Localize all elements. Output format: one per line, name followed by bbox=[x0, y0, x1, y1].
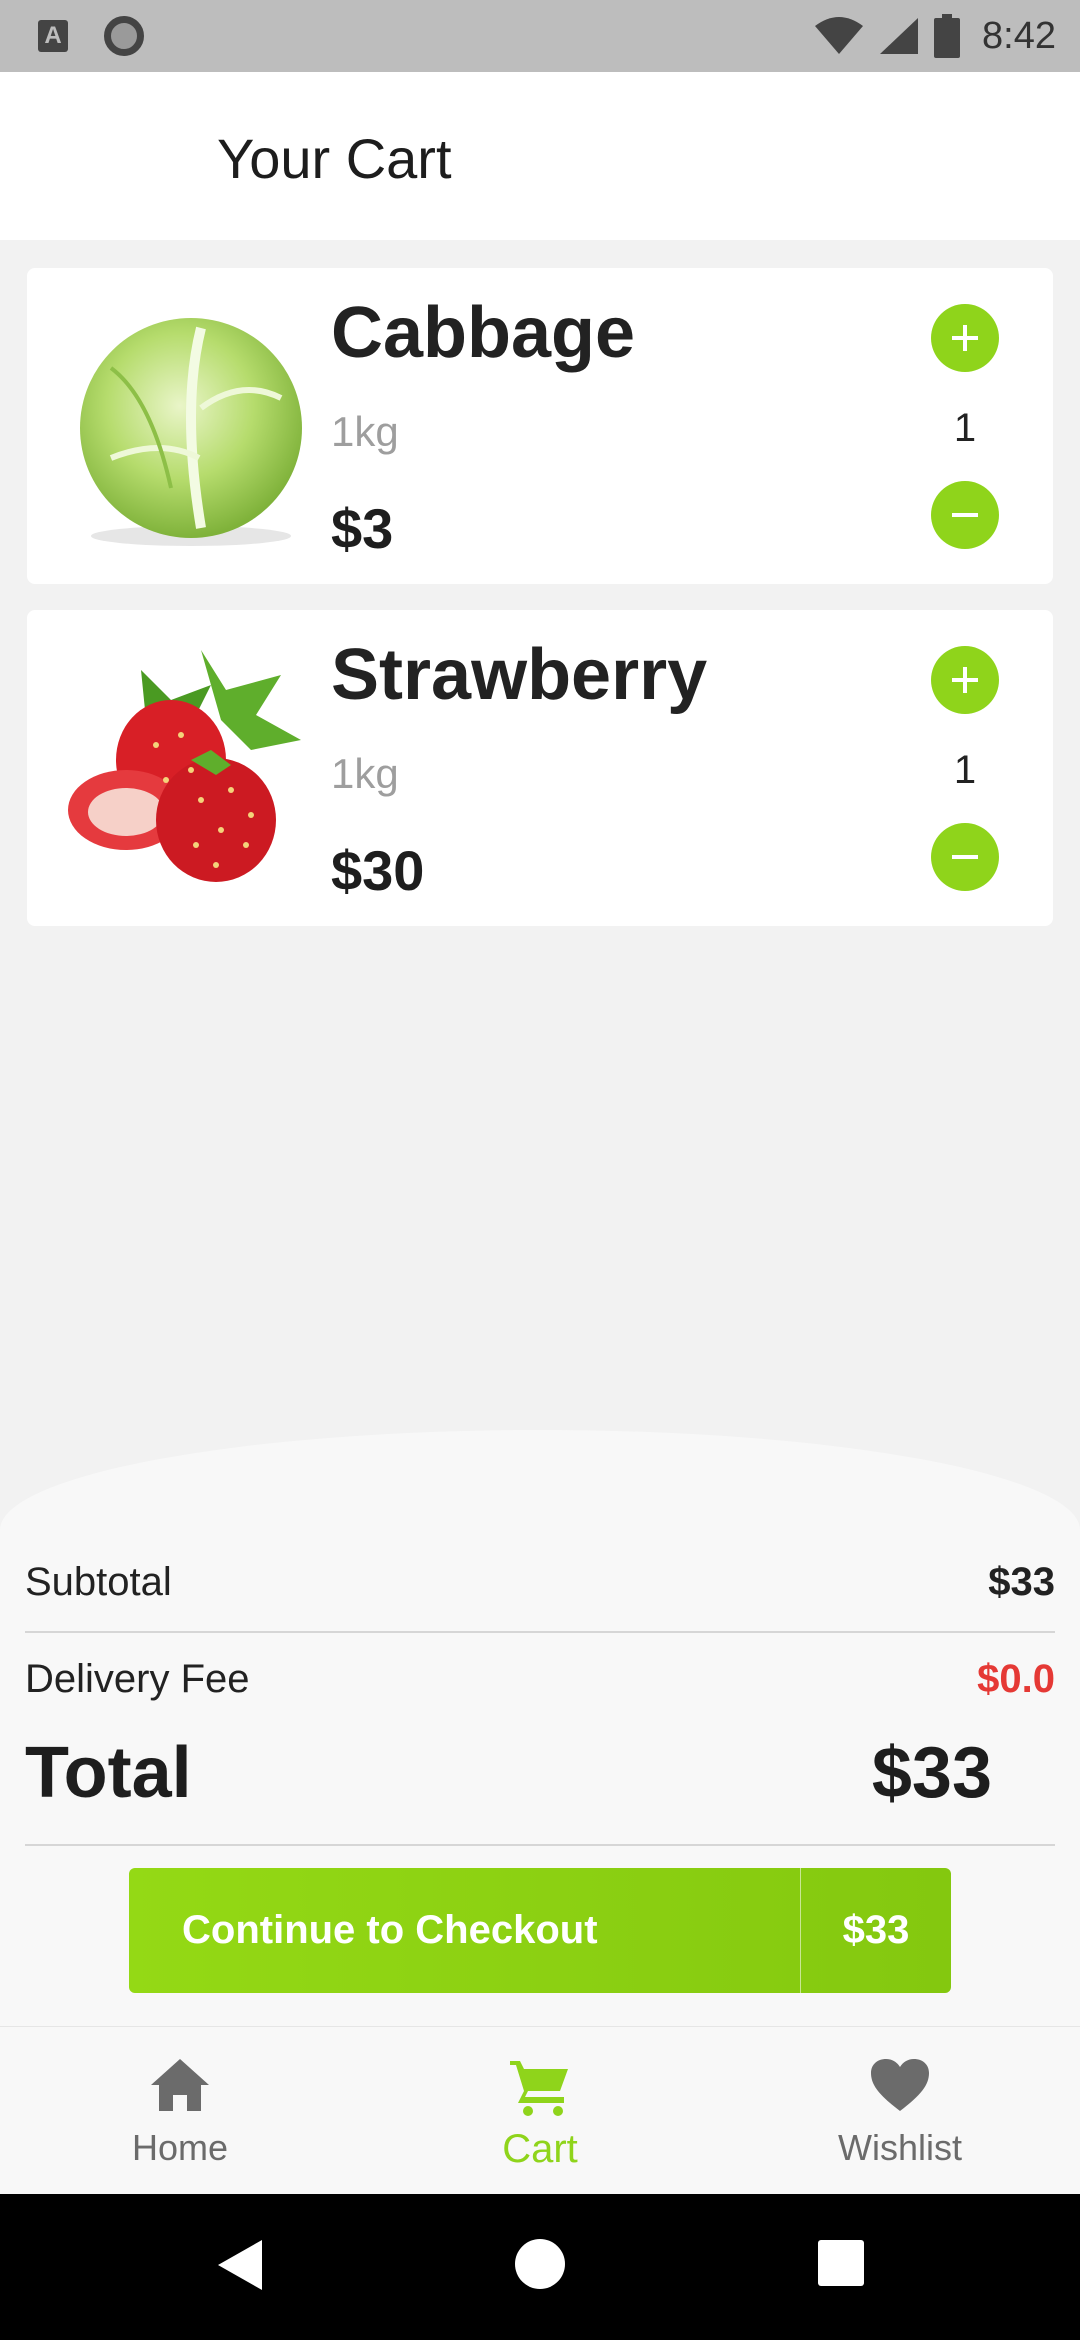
strawberry-image bbox=[68, 650, 301, 882]
cart-item: Cabbage 1kg $3 1 bbox=[27, 268, 1053, 584]
cabbage-image bbox=[80, 318, 302, 546]
nav-cart[interactable]: Cart bbox=[430, 2057, 650, 2172]
heart-icon bbox=[871, 2059, 929, 2111]
item-quantity: 1 bbox=[953, 748, 977, 792]
checkout-label: Continue to Checkout bbox=[182, 1908, 598, 1952]
delivery-fee-value: $0.0 bbox=[977, 1657, 1055, 1701]
minus-icon bbox=[952, 513, 978, 517]
decrease-quantity-button[interactable] bbox=[931, 481, 999, 549]
checkout-button[interactable]: Continue to Checkout $33 bbox=[129, 1868, 951, 1993]
delivery-fee-label: Delivery Fee bbox=[25, 1657, 250, 1701]
nav-home-label: Home bbox=[131, 2127, 229, 2168]
minus-icon bbox=[952, 855, 978, 859]
item-weight: 1kg bbox=[331, 750, 399, 797]
item-name: Cabbage bbox=[331, 293, 636, 373]
clock: 8:42 bbox=[982, 14, 1056, 57]
nav-wishlist[interactable]: Wishlist bbox=[790, 2057, 1010, 2169]
wifi-icon bbox=[815, 17, 864, 54]
signal-icon bbox=[880, 18, 919, 54]
cart-item: Strawberry 1kg $30 1 bbox=[27, 610, 1053, 926]
item-quantity: 1 bbox=[953, 406, 977, 450]
nav-wishlist-label: Wishlist bbox=[838, 2127, 962, 2168]
subtotal-value: $33 bbox=[988, 1560, 1055, 1604]
page-title: Your Cart bbox=[217, 127, 452, 190]
item-name: Strawberry bbox=[331, 635, 708, 715]
total-label: Total bbox=[25, 1733, 192, 1813]
bottom-navigation: Home Cart Wishlist bbox=[0, 2026, 1080, 2195]
recents-icon[interactable] bbox=[818, 2240, 864, 2286]
divider bbox=[25, 1631, 1055, 1633]
nav-home[interactable]: Home bbox=[70, 2057, 290, 2169]
subtotal-label: Subtotal bbox=[25, 1560, 172, 1604]
home-circle-icon[interactable] bbox=[514, 2238, 566, 2290]
total-value: $33 bbox=[871, 1733, 992, 1813]
notification-a-icon: A bbox=[38, 20, 68, 52]
system-navigation-bar bbox=[0, 2194, 1080, 2340]
home-icon bbox=[151, 2059, 209, 2111]
nav-cart-label: Cart bbox=[502, 2127, 578, 2171]
decrease-quantity-button[interactable] bbox=[931, 823, 999, 891]
plus-icon bbox=[952, 667, 978, 693]
increase-quantity-button[interactable] bbox=[931, 646, 999, 714]
app-bar: Your Cart bbox=[0, 72, 1080, 240]
status-bar: A 8:42 bbox=[0, 0, 1080, 72]
item-price: $3 bbox=[331, 497, 394, 560]
divider bbox=[25, 1844, 1055, 1846]
plus-icon bbox=[952, 325, 978, 351]
checkout-price: $33 bbox=[842, 1908, 910, 1952]
notification-circle-icon bbox=[104, 16, 144, 56]
back-icon[interactable] bbox=[216, 2238, 264, 2292]
increase-quantity-button[interactable] bbox=[931, 304, 999, 372]
cart-icon bbox=[510, 2061, 568, 2116]
item-weight: 1kg bbox=[331, 408, 399, 455]
item-price: $30 bbox=[331, 839, 425, 902]
battery-icon bbox=[934, 14, 961, 58]
